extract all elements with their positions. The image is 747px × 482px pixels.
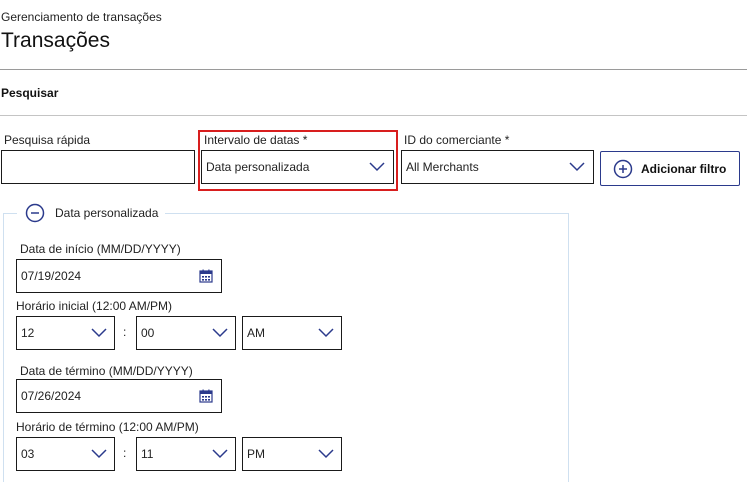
start-time-label: Horário inicial (12:00 AM/PM) <box>16 299 173 313</box>
end-date-value: 07/26/2024 <box>21 389 82 403</box>
quick-search-input[interactable] <box>1 150 195 184</box>
add-filter-button[interactable]: Adicionar filtro <box>600 151 740 186</box>
quick-search-label: Pesquisa rápida <box>4 133 91 147</box>
chevron-down-icon <box>318 449 334 459</box>
merchant-id-label: ID do comerciante * <box>404 133 510 147</box>
chevron-down-icon <box>569 162 585 172</box>
header-divider <box>0 69 747 70</box>
start-date-label: Data de início (MM/DD/YYYY) <box>20 242 181 256</box>
search-section-title: Pesquisar <box>1 86 59 100</box>
end-hour-select[interactable]: 03 <box>16 437 115 471</box>
end-date-label: Data de término (MM/DD/YYYY) <box>20 364 193 378</box>
start-hour-value: 12 <box>21 326 35 340</box>
end-ampm-value: PM <box>247 447 265 461</box>
end-minute-value: 11 <box>141 447 154 461</box>
end-date-field[interactable]: 07/26/2024 <box>16 379 222 413</box>
page-title: Transações <box>1 29 110 52</box>
breadcrumb: Gerenciamento de transações <box>1 10 162 24</box>
start-date-value: 07/19/2024 <box>21 269 82 283</box>
chevron-down-icon <box>91 328 107 338</box>
start-hour-select[interactable]: 12 <box>16 316 115 350</box>
calendar-icon[interactable] <box>199 389 213 403</box>
start-ampm-value: AM <box>247 326 265 340</box>
end-time-label: Horário de término (12:00 AM/PM) <box>16 420 199 434</box>
custom-date-legend[interactable]: Data personalizada <box>17 202 166 224</box>
chevron-down-icon <box>369 162 385 172</box>
start-minute-select[interactable]: 00 <box>136 316 236 350</box>
merchant-id-select[interactable]: All Merchants <box>401 150 594 184</box>
start-minute-value: 00 <box>141 326 155 340</box>
end-ampm-select[interactable]: PM <box>242 437 342 471</box>
date-range-select[interactable]: Data personalizada <box>201 150 394 184</box>
chevron-down-icon <box>318 328 334 338</box>
custom-date-legend-label: Data personalizada <box>55 206 159 220</box>
calendar-icon[interactable] <box>199 269 213 283</box>
end-minute-select[interactable]: 11 <box>136 437 236 471</box>
date-range-value: Data personalizada <box>206 160 310 174</box>
chevron-down-icon <box>212 449 228 459</box>
time-separator: : <box>123 325 127 339</box>
merchant-id-value: All Merchants <box>406 160 479 174</box>
start-ampm-select[interactable]: AM <box>242 316 342 350</box>
add-filter-label: Adicionar filtro <box>641 161 727 176</box>
section-divider <box>0 115 747 116</box>
chevron-down-icon <box>212 328 228 338</box>
time-separator: : <box>123 446 127 460</box>
end-hour-value: 03 <box>21 447 35 461</box>
minus-circle-icon[interactable] <box>25 203 45 223</box>
chevron-down-icon <box>91 449 107 459</box>
plus-circle-icon <box>613 159 633 178</box>
start-date-field[interactable]: 07/19/2024 <box>16 259 222 293</box>
